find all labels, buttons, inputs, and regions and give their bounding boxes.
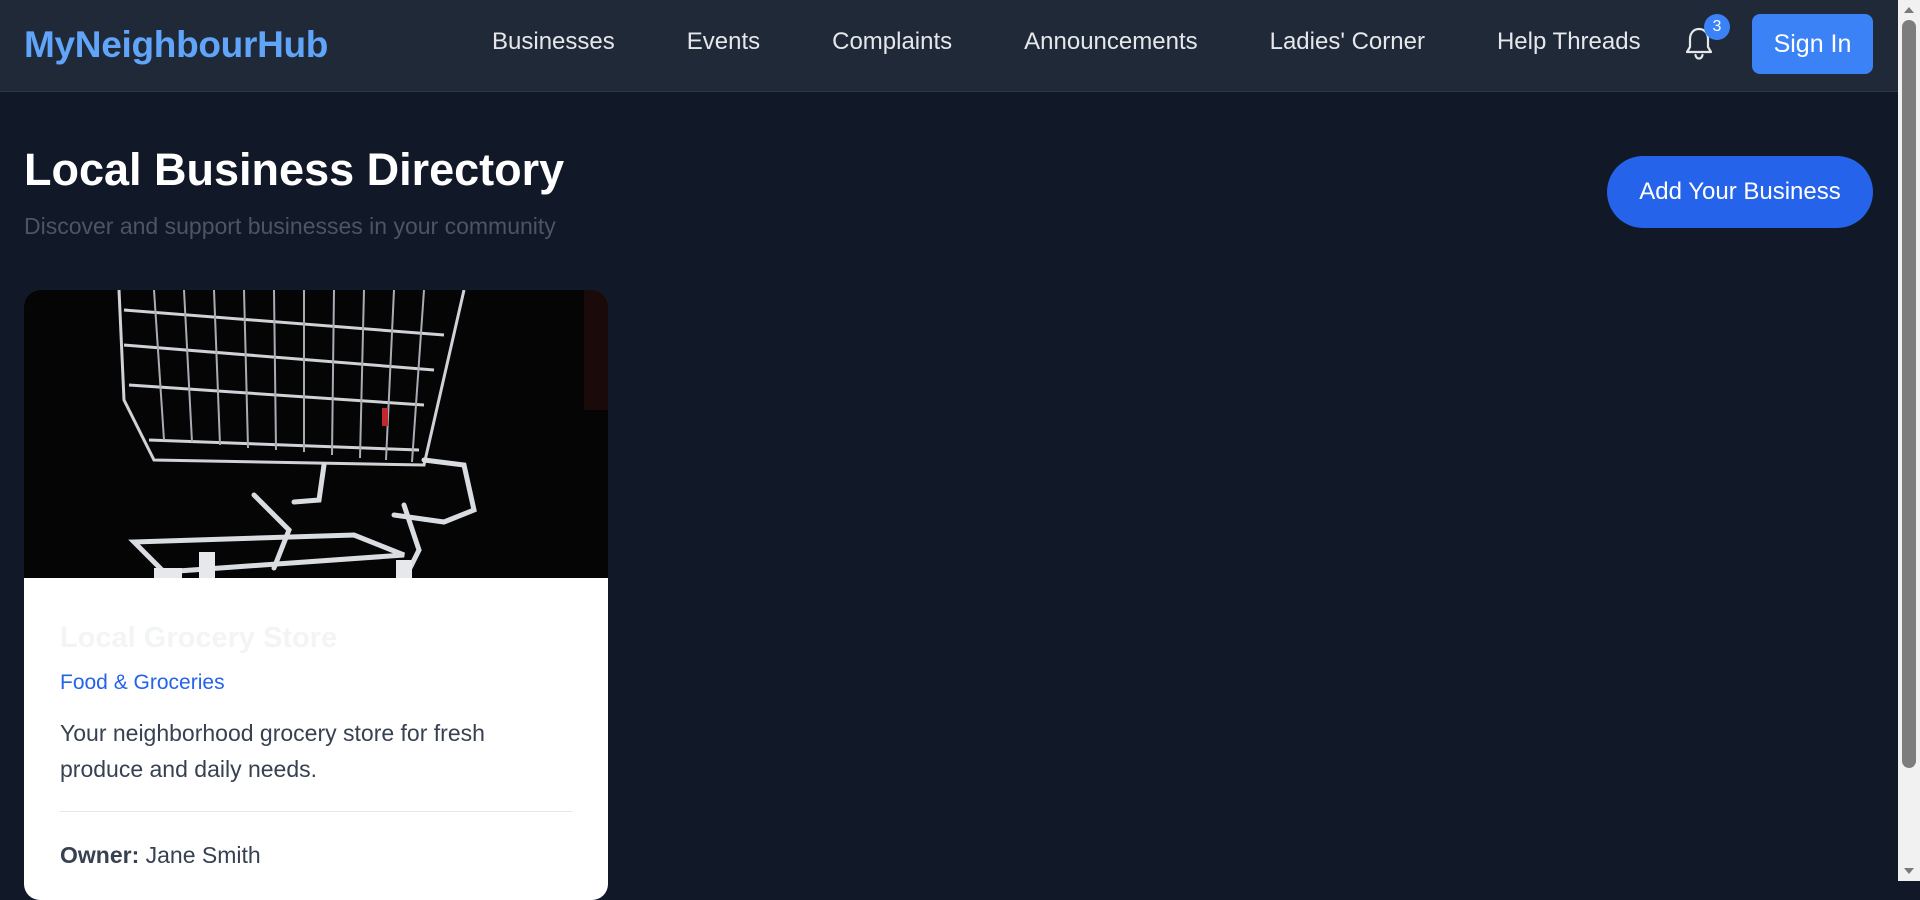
top-navbar: MyNeighbourHub Businesses Events Complai… bbox=[0, 0, 1898, 92]
nav-link-complaints[interactable]: Complaints bbox=[832, 28, 952, 56]
page-scrollbar[interactable] bbox=[1898, 0, 1920, 881]
nav-link-events[interactable]: Events bbox=[687, 28, 760, 56]
owner-name: Jane Smith bbox=[145, 842, 261, 868]
business-owner: Owner: Jane Smith bbox=[60, 842, 572, 869]
nav-link-announcements[interactable]: Announcements bbox=[1024, 28, 1197, 56]
business-card[interactable]: Local Grocery Store Food & Groceries You… bbox=[24, 290, 608, 900]
nav-link-ladies-corner[interactable]: Ladies' Corner bbox=[1270, 28, 1425, 56]
brand-logo[interactable]: MyNeighbourHub bbox=[24, 24, 328, 66]
business-name[interactable]: Local Grocery Store bbox=[60, 622, 572, 655]
nav-link-businesses[interactable]: Businesses bbox=[492, 28, 615, 56]
business-description: Your neighborhood grocery store for fres… bbox=[60, 720, 485, 782]
sign-in-button[interactable]: Sign In bbox=[1752, 14, 1873, 74]
scroll-down-arrow-icon[interactable] bbox=[1904, 868, 1914, 874]
scrollbar-thumb[interactable] bbox=[1902, 20, 1916, 768]
add-business-button[interactable]: Add Your Business bbox=[1607, 156, 1873, 228]
owner-label: Owner: bbox=[60, 842, 140, 868]
page-subtitle: Discover and support businesses in your … bbox=[24, 213, 556, 239]
business-category-link[interactable]: Food & Groceries bbox=[60, 671, 225, 695]
business-card-body: Local Grocery Store Food & Groceries You… bbox=[24, 622, 608, 869]
nav-link-help-threads[interactable]: Help Threads bbox=[1497, 28, 1641, 56]
scroll-up-arrow-icon[interactable] bbox=[1904, 7, 1914, 13]
business-image bbox=[24, 290, 608, 578]
shopping-cart-icon bbox=[24, 290, 608, 578]
page-title: Local Business Directory bbox=[24, 144, 565, 195]
nav-links: Businesses Events Complaints Announcemen… bbox=[492, 28, 1641, 56]
card-divider bbox=[60, 811, 572, 812]
notification-count-badge: 3 bbox=[1704, 14, 1730, 40]
